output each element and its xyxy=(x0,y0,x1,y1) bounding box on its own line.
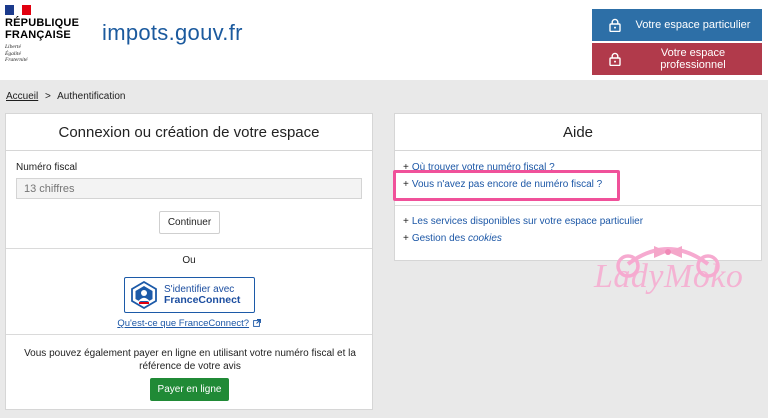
or-separator-label: Ou xyxy=(182,255,196,266)
logo-domain-text: .gouv.fr xyxy=(168,20,243,45)
login-panel: Connexion ou création de votre espace Nu… xyxy=(5,113,373,410)
aide-panel-title: Aide xyxy=(395,114,761,151)
espace-professionnel-button[interactable]: Votre espace professionnel xyxy=(592,43,762,75)
franceconnect-logo-icon xyxy=(131,281,157,309)
espace-professionnel-label: Votre espace professionnel xyxy=(660,47,726,71)
breadcrumb: Accueil > Authentification xyxy=(6,91,126,102)
republic-motto: Liberté Égalité Fraternité xyxy=(5,44,28,64)
aide-link-text: Les services disponibles sur votre espac… xyxy=(411,216,644,227)
breadcrumb-home-link[interactable]: Accueil xyxy=(6,91,38,102)
continue-button[interactable]: Continuer xyxy=(159,211,220,234)
highlight-box xyxy=(393,170,620,201)
lock-icon xyxy=(600,52,630,66)
logo-main-text: impots xyxy=(102,20,169,45)
marianne-flag-icon xyxy=(5,5,32,15)
motto-fraternite: Fraternité xyxy=(5,57,28,63)
republique-francaise-logo[interactable]: RÉPUBLIQUE FRANÇAISE xyxy=(5,17,79,41)
espace-particulier-button[interactable]: Votre espace particulier xyxy=(592,9,762,41)
pay-online-button[interactable]: Payer en ligne xyxy=(150,378,229,401)
site-header: RÉPUBLIQUE FRANÇAISE Liberté Égalité Fra… xyxy=(0,0,768,80)
divider xyxy=(395,205,761,206)
breadcrumb-current: Authentification xyxy=(57,91,126,102)
external-link-icon xyxy=(252,319,261,328)
impots-gouv-logo[interactable]: impots.gouv.fr xyxy=(102,20,243,46)
franceconnect-button[interactable]: S'identifier avec FranceConnect xyxy=(124,277,255,313)
plus-icon: + xyxy=(403,233,409,244)
espace-particulier-label: Votre espace particulier xyxy=(635,19,751,31)
franceconnect-info-text: Qu'est-ce que FranceConnect? xyxy=(117,318,250,329)
franceconnect-line-2: FranceConnect xyxy=(164,294,241,306)
lock-icon xyxy=(600,18,630,32)
divider xyxy=(6,334,372,335)
divider xyxy=(6,248,372,249)
aide-link-text: Gestion des xyxy=(411,233,466,244)
franceconnect-label: S'identifier avec FranceConnect xyxy=(164,284,240,306)
fiscal-number-input[interactable] xyxy=(16,178,362,199)
logo-line-1: RÉPUBLIQUE xyxy=(5,17,80,29)
logo-line-2: FRANÇAISE xyxy=(5,29,71,41)
aide-link-cookies[interactable]: + Gestion des cookies xyxy=(403,233,502,244)
pay-online-description: Vous pouvez également payer en ligne en … xyxy=(24,348,356,372)
fiscal-number-label: Numéro fiscal xyxy=(16,162,78,173)
ladymoko-watermark: LadyMoko xyxy=(594,258,744,295)
plus-icon: + xyxy=(403,216,409,227)
aide-link-services[interactable]: + Les services disponibles sur votre espa… xyxy=(403,216,643,227)
breadcrumb-separator: > xyxy=(45,91,51,102)
login-panel-title: Connexion ou création de votre espace xyxy=(6,114,372,151)
aide-link-text-italic: cookies xyxy=(468,233,502,244)
franceconnect-info-link[interactable]: Qu'est-ce que FranceConnect? xyxy=(6,318,372,329)
